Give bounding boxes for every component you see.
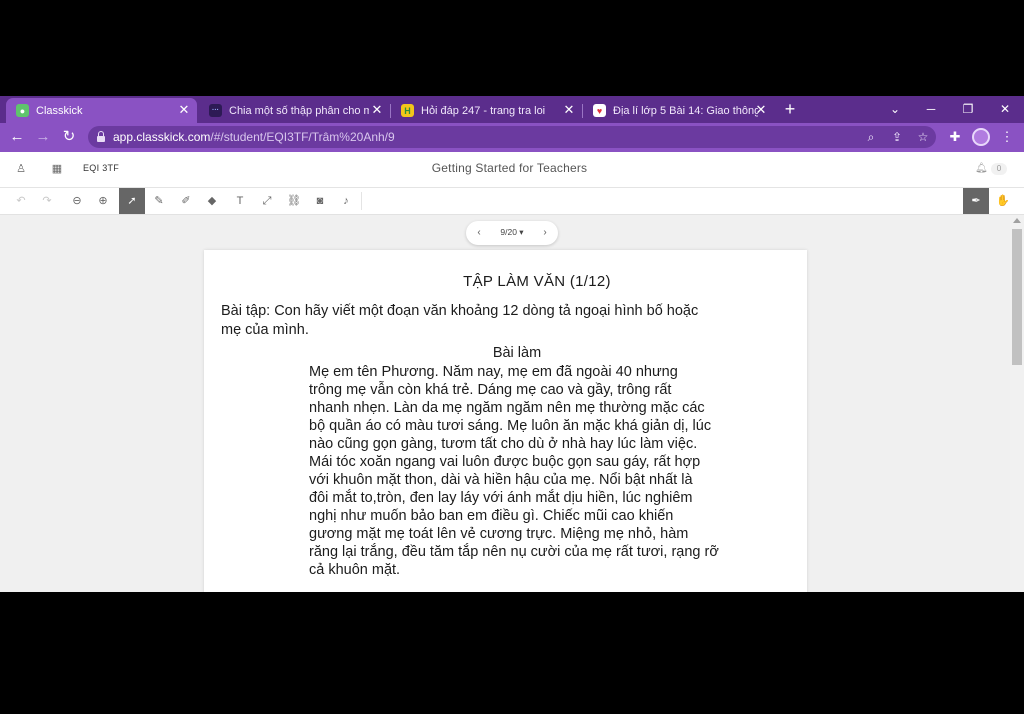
help-tool-icon[interactable]: ✒ — [963, 188, 989, 214]
restore-icon[interactable]: ❐ — [958, 99, 978, 119]
worksheet-canvas[interactable]: TẬP LÀM VĂN (1/12) Bài tập: Con hãy viết… — [204, 250, 807, 592]
worksheet-title: TẬP LÀM VĂN (1/12) — [463, 273, 611, 290]
essay-line: với khuôn mặt thon, dài và hiền hậu của … — [309, 472, 693, 488]
tab-hoi-dap-247[interactable]: H Hỏi đáp 247 - trang tra loi ✕ — [391, 98, 582, 123]
tab-title: Hỏi đáp 247 - trang tra loi — [421, 104, 546, 117]
page-navigator: ‹ 9/20 ▾ › — [466, 221, 558, 245]
zoom-out-icon[interactable]: ⊖ — [64, 188, 90, 214]
zoom-in-icon[interactable]: ⊕ — [90, 188, 116, 214]
close-tab-icon[interactable]: ✕ — [562, 103, 576, 117]
tool-bar: ↶ ↷ ⊖ ⊕ ➚ ✎ ✐ ◆ T ⤢ ⛓ ◙ ♪ — [0, 188, 1024, 215]
essay-text: Mẹ em tên Phương. Năm nay, mẹ em đã ngoà… — [309, 363, 779, 579]
tab-title: Classkick — [36, 104, 83, 117]
url-input[interactable]: app.classkick.com/#/student/EQI3TF/Trâm%… — [88, 126, 936, 148]
tab-classkick[interactable]: ● Classkick ✕ — [6, 98, 197, 123]
forward-icon[interactable]: → — [34, 128, 52, 146]
tab-chia-so-thap-phan[interactable]: ··· Chia một số thập phân cho một số ✕ — [199, 98, 390, 123]
address-bar: ← → ↻ app.classkick.com/#/student/EQI3TF… — [0, 123, 1024, 152]
dots-icon: ··· — [209, 104, 222, 117]
close-tab-icon[interactable]: ✕ — [754, 103, 768, 117]
essay-line: đôi mắt to,tròn, đen lay láy với ánh mắt… — [309, 490, 693, 506]
hand-tool-icon[interactable]: ✋ — [990, 188, 1016, 214]
pen-icon[interactable]: ✎ — [146, 188, 172, 214]
new-tab-icon[interactable]: + — [781, 100, 799, 118]
zoom-icon[interactable]: ⌕ — [863, 129, 879, 145]
avatar[interactable] — [972, 128, 990, 146]
essay-line: trông mẹ vẫn còn khá trẻ. Dáng mẹ cao và… — [309, 382, 672, 398]
close-window-icon[interactable]: ✕ — [995, 99, 1015, 119]
share-icon[interactable]: ⇪ — [889, 129, 905, 145]
prompt-line: Bài tập: Con hãy viết một đoạn văn khoản… — [221, 303, 699, 319]
essay-line: cả khuôn mặt. — [309, 562, 401, 578]
essay-line: nhanh nhẹn. Làn da mẹ ngăm ngăm nên mẹ t… — [309, 400, 705, 416]
browser-window: ● Classkick ✕ ··· Chia một số thập phân … — [0, 96, 1024, 592]
tab-title: Chia một số thập phân cho một số — [229, 104, 369, 117]
page-title: Getting Started for Teachers — [431, 161, 588, 175]
undo-icon[interactable]: ↶ — [8, 188, 34, 214]
scroll-up-icon[interactable] — [1013, 218, 1021, 223]
text-tool-icon[interactable]: T — [227, 188, 253, 214]
bookmark-star-icon[interactable]: ☆ — [915, 129, 931, 145]
extensions-icon[interactable]: ✚ — [946, 128, 964, 146]
essay-line: Mẹ em tên Phương. Năm nay, mẹ em đã ngoà… — [309, 364, 678, 380]
prompt-line: mẹ của mình. — [221, 322, 309, 338]
url-text: app.classkick.com/#/student/EQI3TF/Trâm%… — [113, 130, 395, 144]
essay-line: gương mặt mẹ toát lên vẻ cương trực. Miệ… — [309, 526, 689, 542]
prev-page-icon[interactable]: ‹ — [470, 224, 488, 242]
divider — [361, 192, 362, 210]
classkick-icon: ● — [16, 104, 29, 117]
highlighter-icon[interactable]: ✐ — [173, 188, 199, 214]
app-header: ♙ ▦ EQI 3TF Getting Started for Teachers… — [0, 152, 1024, 188]
line-tool-icon[interactable]: ⤢ — [254, 188, 280, 214]
camera-icon[interactable]: ◙ — [307, 188, 333, 214]
next-page-icon[interactable]: › — [536, 224, 554, 242]
vj-icon: ♥ — [593, 104, 606, 117]
essay-line: bộ quần áo có màu tươi sáng. Mẹ luôn ăn … — [309, 418, 712, 434]
microphone-icon[interactable]: ♪ — [333, 188, 359, 214]
minimize-icon[interactable]: ─ — [921, 99, 941, 119]
tab-search-icon[interactable]: ⌄ — [885, 99, 905, 119]
bell-icon[interactable]: 🔔︎ — [975, 163, 988, 175]
menu-kebab-icon[interactable]: ⋮ — [998, 128, 1016, 146]
assignment-prompt: Bài tập: Con hãy viết một đoạn văn khoản… — [221, 302, 791, 340]
eraser-icon[interactable]: ◆ — [199, 188, 225, 214]
close-tab-icon[interactable]: ✕ — [177, 103, 191, 117]
scrollbar-thumb[interactable] — [1012, 229, 1022, 365]
tab-dia-li-lop-5[interactable]: ♥ Địa lí lớp 5 Bài 14: Giao thông vận ✕ — [583, 98, 774, 123]
redo-icon[interactable]: ↷ — [34, 188, 60, 214]
lock-icon — [97, 131, 105, 142]
page-selector[interactable]: 9/20 ▾ — [496, 227, 528, 238]
link-icon[interactable]: ⛓ — [281, 188, 307, 214]
vertical-scrollbar[interactable] — [1010, 215, 1024, 592]
reload-icon[interactable]: ↻ — [60, 128, 78, 146]
essay-line: răng lại trắng, đều tăm tắp nên nụ cười … — [309, 544, 719, 560]
close-tab-icon[interactable]: ✕ — [370, 103, 384, 117]
back-icon[interactable]: ← — [8, 128, 26, 146]
pointer-icon[interactable]: ➚ — [119, 188, 145, 214]
essay-line: Mái tóc xoăn ngang vai luôn được buộc gọ… — [309, 454, 701, 470]
answer-heading: Bài làm — [492, 345, 542, 361]
notification-count: 0 — [991, 163, 1007, 175]
h-icon: H — [401, 104, 414, 117]
tab-title: Địa lí lớp 5 Bài 14: Giao thông vận — [613, 104, 758, 117]
essay-line: nào cũng gọn gàng, tươm tất cho dù ở nhà… — [309, 436, 698, 452]
essay-line: nghị như muốn bảo ban em điều gì. Chiếc … — [309, 508, 674, 524]
tab-strip: ● Classkick ✕ ··· Chia một số thập phân … — [0, 96, 1024, 123]
